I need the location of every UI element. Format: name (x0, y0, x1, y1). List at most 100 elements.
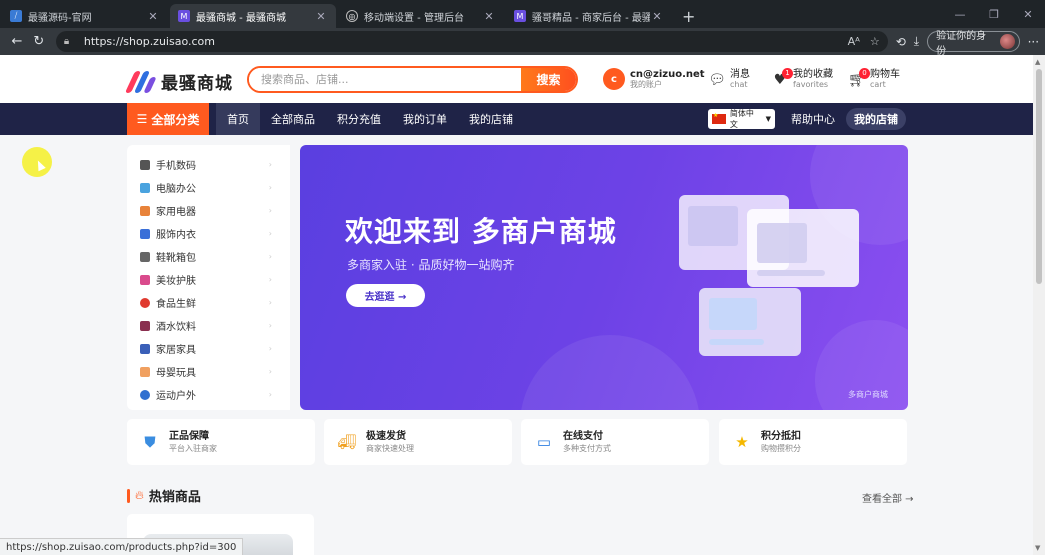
nav-link-home[interactable]: 首页 (216, 103, 260, 135)
account-menu[interactable]: c cn@zizuo.net 我的账户 (603, 68, 705, 90)
globe-icon: ◎ (346, 10, 358, 22)
search-input[interactable] (249, 68, 521, 91)
messages-link[interactable]: 💬︎ 消息 chat (708, 69, 750, 90)
minimize-icon[interactable]: — (943, 0, 977, 28)
category-label: 鞋靴箱包 (156, 253, 196, 264)
feature-sub: 购物攒积分 (761, 443, 801, 453)
banner-title: 欢迎来到 多商户商城 (345, 215, 617, 248)
profile-label: 验证你的身份 (936, 30, 987, 57)
scroll-up-icon[interactable]: ▲ (1035, 58, 1040, 66)
lipstick-icon (140, 274, 150, 285)
more-icon[interactable]: ··· (1028, 35, 1039, 49)
heart-icon: ♥ 1 (771, 67, 793, 89)
category-item[interactable]: 酒水饮料 › (127, 314, 290, 337)
browser-tab-active[interactable]: M 最骚商城 - 最骚商城 ✕ (170, 4, 336, 28)
help-center-link[interactable]: 帮助中心 (791, 103, 835, 135)
chevron-right-icon: › (268, 390, 272, 399)
search-form: 搜索 (247, 66, 578, 93)
category-item[interactable]: 手机数码 › (127, 153, 290, 176)
profile-button[interactable]: 验证你的身份 (927, 31, 1020, 57)
chevron-right-icon: › (268, 344, 272, 353)
browser-tabbar: ⧸ 最骚源码-官网 ✕ M 最骚商城 - 最骚商城 ✕ ◎ 移动端设置 - 管理… (0, 0, 1045, 28)
card-icon: ▭ (536, 433, 552, 451)
nav-link-my-orders[interactable]: 我的订单 (392, 103, 458, 135)
browser-tab[interactable]: M 骚哥精品 - 商家后台 - 最骚商城 ✕ (506, 4, 672, 28)
hero-banner[interactable]: 欢迎来到 多商户商城 多商家入驻 · 品质好物一站购齐 去逛逛 → 多商户商城 (300, 145, 908, 410)
category-item[interactable]: 母婴玩具 › (127, 360, 290, 383)
feature-title: 极速发货 (366, 430, 406, 442)
chevron-right-icon: › (268, 206, 272, 215)
cart-link[interactable]: 🛒︎ 0 购物车 cart (848, 67, 900, 90)
chevron-right-icon: › (268, 321, 272, 330)
category-item[interactable]: 服饰内衣 › (127, 222, 290, 245)
feature-sub: 多种支付方式 (563, 443, 611, 453)
site-logo[interactable]: 最骚商城 (124, 69, 233, 94)
category-item[interactable]: 食品生鲜 › (127, 291, 290, 314)
refresh-icon[interactable]: ↻ (28, 31, 50, 53)
favorites-badge: 1 (782, 67, 793, 79)
restore-icon[interactable]: ❐ (977, 0, 1011, 28)
apple-icon (140, 297, 150, 308)
account-sub: 我的账户 (630, 79, 662, 89)
see-all-link[interactable]: 查看全部 → (862, 490, 914, 505)
scrollbar-thumb[interactable] (1036, 69, 1042, 284)
chevron-down-icon: ▼ (765, 115, 771, 123)
close-icon[interactable]: ✕ (146, 10, 160, 23)
nav-link-points-recharge[interactable]: 积分充值 (326, 103, 392, 135)
sofa-icon (140, 343, 150, 354)
banner-decoration (520, 335, 700, 410)
scroll-down-icon[interactable]: ▼ (1035, 544, 1040, 552)
cart-sub: cart (870, 80, 886, 89)
new-tab-icon[interactable]: + (672, 4, 705, 28)
china-flag-icon (712, 112, 726, 124)
close-icon[interactable]: ✕ (482, 10, 496, 23)
read-aloud-icon[interactable]: Aᴬ (848, 35, 860, 48)
category-item[interactable]: 家用电器 › (127, 199, 290, 222)
nav-link-my-shop[interactable]: 我的店铺 (458, 103, 524, 135)
favorite-star-icon[interactable]: ☆ (870, 35, 880, 48)
category-label: 食品生鲜 (156, 299, 196, 310)
category-item[interactable]: 运动户外 › (127, 383, 290, 406)
history-icon[interactable]: ⟲ (896, 35, 906, 49)
avatar (999, 34, 1015, 49)
house-icon (140, 205, 150, 216)
status-bar: https://shop.zuisao.com/products.php?id=… (0, 538, 244, 555)
close-window-icon[interactable]: ✕ (1011, 0, 1045, 28)
browser-tab[interactable]: ◎ 移动端设置 - 管理后台 ✕ (338, 4, 504, 28)
browser-tab[interactable]: ⧸ 最骚源码-官网 ✕ (2, 4, 168, 28)
nav-link-all-products[interactable]: 全部商品 (260, 103, 326, 135)
category-item[interactable]: 家居家具 › (127, 337, 290, 360)
chevron-right-icon: › (268, 160, 272, 169)
banner-tag: 多商户商城 (848, 390, 888, 399)
category-item[interactable]: 美妆护肤 › (127, 268, 290, 291)
back-icon[interactable]: ← (6, 31, 28, 53)
illustration-card (747, 209, 859, 287)
favorites-link[interactable]: ♥ 1 我的收藏 favorites (771, 67, 833, 90)
page-scrollbar[interactable]: ▲ ▼ (1033, 55, 1045, 555)
heading-accent (127, 488, 130, 503)
category-item[interactable]: 电脑办公 › (127, 176, 290, 199)
download-icon[interactable]: ⤓ (914, 34, 919, 49)
category-label: 母婴玩具 (156, 368, 196, 379)
chevron-right-icon: › (268, 275, 272, 284)
all-categories-button[interactable]: ☰ 全部分类 (127, 103, 209, 135)
close-icon[interactable]: ✕ (314, 10, 328, 23)
site-favicon-icon: ⧸ (10, 10, 22, 22)
tab-title: 移动端设置 - 管理后台 (364, 12, 464, 24)
illustration-card (699, 288, 801, 356)
shop-now-button[interactable]: 去逛逛 → (346, 284, 425, 307)
language-select[interactable]: 简体中文 ▼ (708, 109, 775, 129)
chevron-right-icon: › (268, 183, 272, 192)
category-item[interactable]: 鞋靴箱包 › (127, 245, 290, 268)
truck-icon: 🚚︎ (337, 433, 357, 451)
site-header: 最骚商城 搜索 c cn@zizuo.net 我的账户 💬︎ 消息 chat ♥… (0, 55, 1033, 103)
feature-points: ★ 积分抵扣 购物攒积分 (719, 419, 907, 465)
fire-icon: 🔥︎ (135, 488, 144, 502)
close-icon[interactable]: ✕ (650, 10, 664, 23)
address-bar[interactable]: 🔒︎ https://shop.zuisao.com Aᴬ ☆ (55, 31, 888, 52)
chevron-right-icon: › (268, 298, 272, 307)
my-store-button[interactable]: 我的店铺 (846, 108, 906, 130)
search-button[interactable]: 搜索 (521, 68, 576, 91)
star-icon: ★ (735, 433, 749, 451)
window-controls: — ❐ ✕ (943, 0, 1045, 28)
